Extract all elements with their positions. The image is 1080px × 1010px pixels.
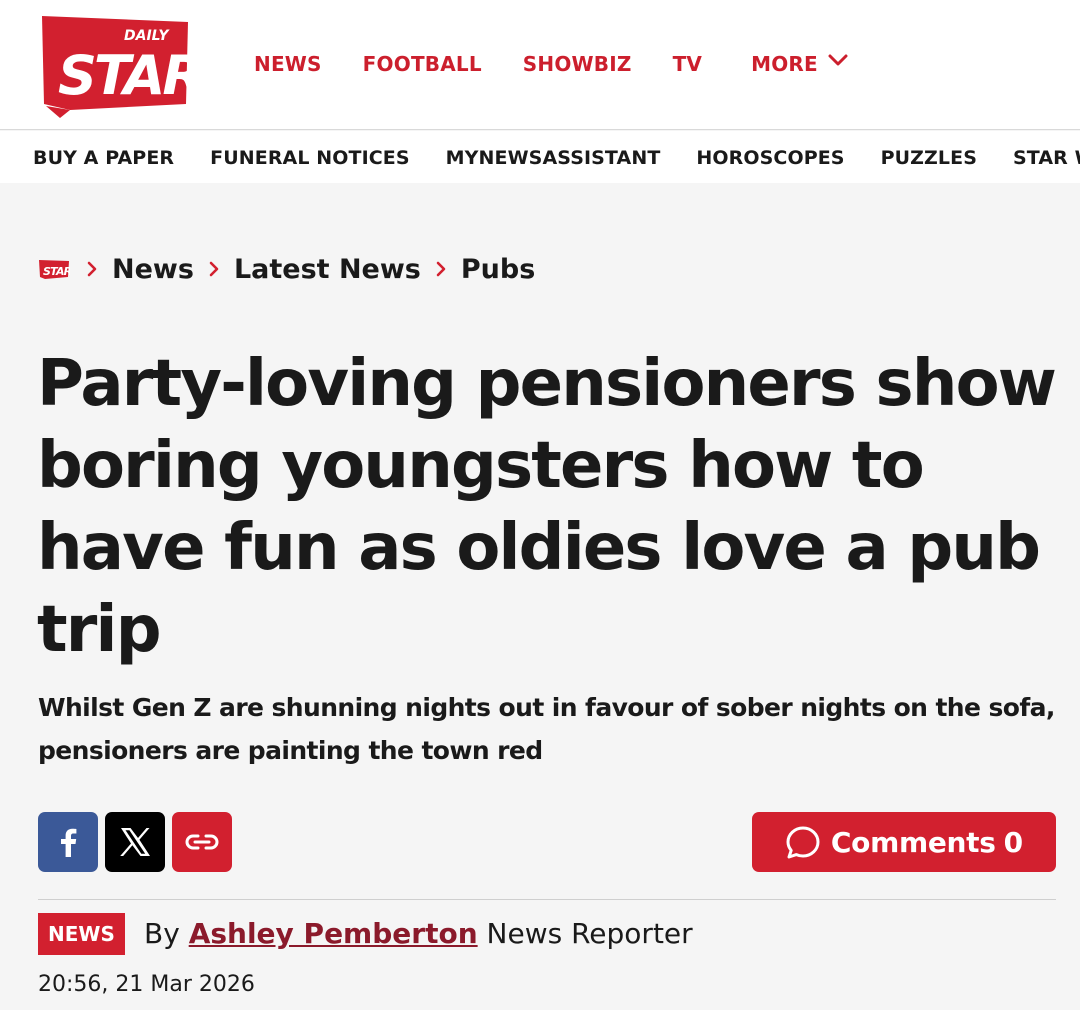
author-link[interactable]: Ashley Pemberton bbox=[189, 917, 478, 950]
section-tag[interactable]: NEWS bbox=[38, 913, 125, 955]
share-bar bbox=[38, 812, 239, 872]
comments-button[interactable]: Comments 0 bbox=[752, 812, 1056, 872]
daily-star-logo[interactable]: DAILY STAR bbox=[36, 10, 194, 118]
divider bbox=[38, 899, 1056, 900]
nav-item-showbiz[interactable]: SHOWBIZ bbox=[523, 52, 632, 76]
subnav-item-star-w[interactable]: STAR W bbox=[1013, 147, 1080, 169]
breadcrumb-item-latest-news[interactable]: Latest News bbox=[234, 254, 421, 285]
subnav-item-puzzles[interactable]: PUZZLES bbox=[881, 147, 977, 169]
share-x-button[interactable] bbox=[105, 812, 165, 872]
nav-more-label: MORE bbox=[751, 52, 818, 76]
subnav-item-buy-a-paper[interactable]: BUY A PAPER bbox=[33, 147, 174, 169]
speech-bubble-icon bbox=[786, 826, 820, 859]
logo-small-text: DAILY bbox=[124, 28, 170, 44]
byline: By Ashley Pemberton News Reporter bbox=[144, 917, 693, 950]
subnav-item-mynewsassistant[interactable]: MYNEWSASSISTANT bbox=[446, 147, 661, 169]
byline-prefix: By bbox=[144, 917, 180, 950]
daily-star-logo-icon[interactable]: STAR bbox=[38, 258, 70, 280]
nav-more-button[interactable]: MORE bbox=[751, 52, 848, 76]
breadcrumb: STAR News Latest News Pubs bbox=[38, 250, 549, 288]
svg-text:STAR: STAR bbox=[43, 265, 70, 278]
main-nav: NEWS FOOTBALL SHOWBIZ TV MORE bbox=[254, 50, 848, 78]
link-icon bbox=[185, 834, 219, 850]
nav-item-tv[interactable]: TV bbox=[673, 52, 703, 76]
site-header: DAILY STAR NEWS FOOTBALL SHOWBIZ TV MORE bbox=[0, 0, 1080, 130]
author-role: News Reporter bbox=[486, 917, 693, 950]
subnav-item-horoscopes[interactable]: HOROSCOPES bbox=[696, 147, 844, 169]
chevron-right-icon bbox=[436, 261, 446, 277]
chevron-right-icon bbox=[209, 261, 219, 277]
nav-item-football[interactable]: FOOTBALL bbox=[363, 52, 482, 76]
nav-item-news[interactable]: NEWS bbox=[254, 52, 322, 76]
breadcrumb-item-news[interactable]: News bbox=[112, 254, 194, 285]
article-headline: Party-loving pensioners show boring youn… bbox=[37, 347, 1057, 667]
chevron-down-icon bbox=[828, 54, 848, 66]
comments-count: 0 bbox=[1003, 825, 1024, 859]
share-link-button[interactable] bbox=[172, 812, 232, 872]
breadcrumb-item-pubs[interactable]: Pubs bbox=[461, 254, 535, 285]
facebook-icon bbox=[61, 828, 77, 857]
article-timestamp: 20:56, 21 Mar 2026 bbox=[38, 972, 255, 997]
comments-label: Comments bbox=[830, 825, 996, 859]
sub-nav: BUY A PAPER FUNERAL NOTICES MYNEWSASSIST… bbox=[0, 131, 1080, 183]
logo-text: STAR bbox=[58, 44, 194, 107]
article-standfirst: Whilst Gen Z are shunning nights out in … bbox=[38, 693, 1055, 765]
subnav-item-funeral-notices[interactable]: FUNERAL NOTICES bbox=[210, 147, 410, 169]
share-facebook-button[interactable] bbox=[38, 812, 98, 872]
x-icon bbox=[120, 828, 150, 856]
chevron-right-icon bbox=[87, 261, 97, 277]
